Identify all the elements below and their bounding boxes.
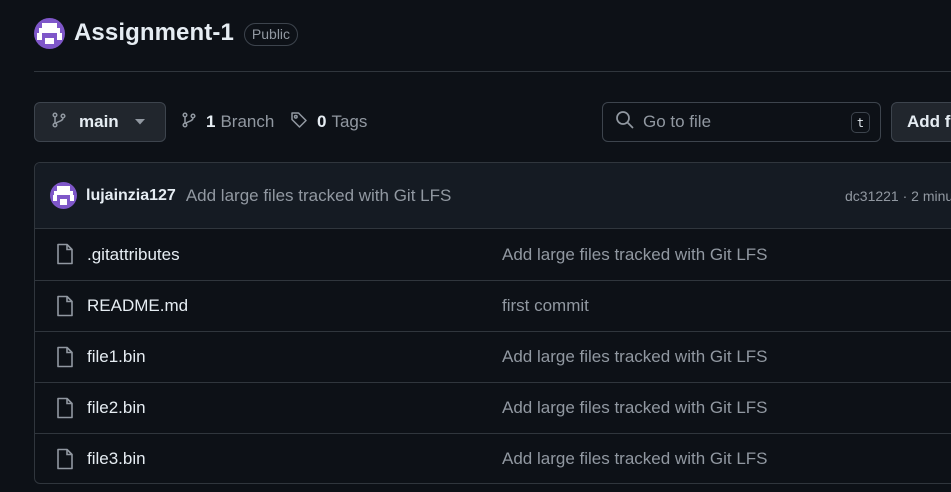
file-name[interactable]: file1.bin: [87, 347, 146, 367]
header-divider: [34, 71, 951, 72]
repo-name[interactable]: Assignment-1: [74, 19, 234, 47]
file-name[interactable]: README.md: [87, 296, 188, 316]
file-commit-message[interactable]: Add large files tracked with Git LFS: [502, 398, 768, 418]
branch-selector-button[interactable]: main: [34, 102, 166, 142]
file-icon: [56, 243, 74, 270]
file-row[interactable]: file1.bin Add large files tracked with G…: [35, 331, 951, 382]
search-icon: [615, 110, 634, 134]
repo-header: Assignment-1 Public: [34, 16, 299, 50]
branches-label: Branch: [220, 112, 275, 131]
branches-link[interactable]: 1 Branch: [181, 111, 274, 133]
tags-label: Tags: [331, 112, 368, 131]
visibility-badge: Public: [243, 22, 299, 46]
repo-page: Assignment-1 Public main 1 Branch 0 Tags…: [0, 0, 951, 492]
file-commit-message[interactable]: Add large files tracked with Git LFS: [502, 347, 768, 367]
commit-author-avatar[interactable]: [50, 182, 77, 209]
chevron-down-icon: [134, 119, 145, 125]
branch-icon: [181, 111, 197, 133]
branch-icon: [51, 111, 67, 133]
file-name[interactable]: file3.bin: [87, 449, 146, 469]
file-row[interactable]: file2.bin Add large files tracked with G…: [35, 382, 951, 433]
file-icon: [56, 397, 74, 424]
tag-icon: [290, 111, 308, 134]
file-commit-message[interactable]: Add large files tracked with Git LFS: [502, 245, 768, 265]
file-list: .gitattributes Add large files tracked w…: [35, 229, 951, 483]
commit-meta[interactable]: dc31221 · 2 minutes ago: [845, 188, 951, 204]
go-to-file-placeholder: Go to file: [643, 112, 712, 131]
file-icon: [56, 346, 74, 373]
file-row[interactable]: file3.bin Add large files tracked with G…: [35, 433, 951, 483]
branches-count: 1: [206, 112, 216, 131]
file-name[interactable]: file2.bin: [87, 398, 146, 418]
commit-message[interactable]: Add large files tracked with Git LFS: [186, 186, 452, 206]
file-row[interactable]: .gitattributes Add large files tracked w…: [35, 229, 951, 280]
latest-commit-bar: lujainzia127 Add large files tracked wit…: [35, 163, 951, 229]
add-file-button[interactable]: Add file: [891, 102, 951, 142]
commit-author[interactable]: lujainzia127: [86, 187, 176, 205]
file-commit-message[interactable]: Add large files tracked with Git LFS: [502, 449, 768, 469]
file-icon: [56, 448, 74, 475]
file-listing: lujainzia127 Add large files tracked wit…: [34, 162, 951, 484]
file-name[interactable]: .gitattributes: [87, 245, 180, 265]
tags-link[interactable]: 0 Tags: [290, 111, 367, 133]
file-commit-message[interactable]: first commit: [502, 296, 589, 316]
keyboard-shortcut-hint: t: [851, 112, 870, 133]
branch-name: main: [79, 112, 119, 131]
file-icon: [56, 295, 74, 322]
owner-avatar[interactable]: [34, 17, 65, 49]
go-to-file-input[interactable]: Go to file t: [602, 102, 881, 142]
file-row[interactable]: README.md first commit: [35, 280, 951, 331]
tags-count: 0: [317, 112, 327, 131]
